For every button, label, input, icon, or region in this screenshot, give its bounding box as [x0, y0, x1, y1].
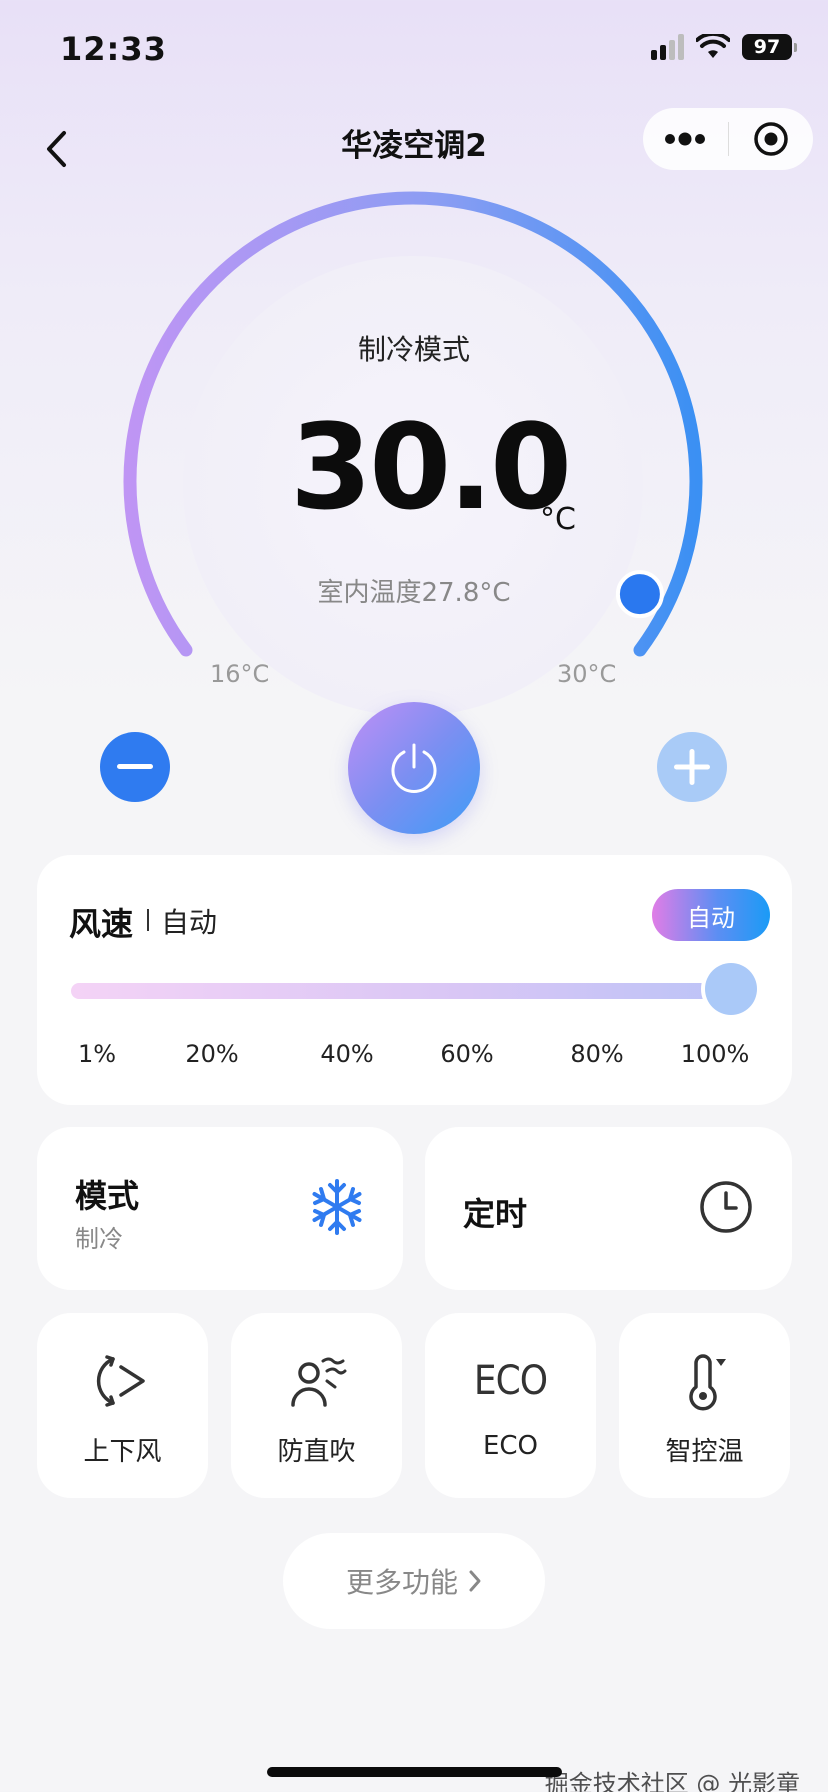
- fan-speed-value: 自动: [161, 906, 218, 939]
- snowflake-icon: [312, 1179, 362, 1235]
- power-button[interactable]: [348, 702, 480, 834]
- decrease-temp-button[interactable]: [100, 732, 170, 802]
- indoor-temperature: 室内温度27.8°C: [317, 578, 511, 608]
- max-temp-label: 30°C: [557, 660, 617, 688]
- eco-label: ECO: [482, 1431, 539, 1461]
- status-time: 12:33: [60, 30, 167, 68]
- temperature-dial[interactable]: 制冷模式 30.0 °C 室内温度27.8°C 16°C 30°C: [0, 190, 828, 716]
- temperature-unit: °C: [540, 502, 576, 537]
- swing-icon: [93, 1351, 153, 1411]
- fan-tick-1: 1%: [77, 1040, 117, 1068]
- eco-icon-glyph: ECO: [473, 1358, 548, 1404]
- anti-direct-icon: [287, 1351, 347, 1411]
- mini-program-capsule: [643, 108, 813, 170]
- timer-title: 定时: [463, 1195, 528, 1233]
- home-indicator[interactable]: [267, 1767, 562, 1777]
- fan-speed-title: 风速: [69, 905, 134, 943]
- minus-icon: [117, 764, 153, 769]
- clock-icon: [700, 1181, 752, 1233]
- mode-label: 制冷模式: [357, 333, 470, 366]
- eco-button[interactable]: ECO ECO: [425, 1313, 596, 1498]
- target-icon: [754, 122, 788, 156]
- fan-speed-separator: [147, 909, 149, 931]
- eco-icon: ECO: [474, 1351, 548, 1411]
- chevron-right-icon: [469, 1570, 481, 1592]
- mode-value: 制冷: [75, 1225, 123, 1253]
- fan-speed-ticks: 1% 20% 40% 60% 80% 100%: [37, 1040, 792, 1080]
- plus-icon: [674, 749, 710, 785]
- smart-temp-button[interactable]: 智控温: [619, 1313, 790, 1498]
- status-icons: 97: [651, 34, 797, 60]
- swing-label: 上下风: [83, 1437, 162, 1467]
- fan-tick-40: 40%: [320, 1040, 374, 1068]
- mode-card[interactable]: 模式 制冷: [37, 1127, 403, 1290]
- power-icon: [391, 743, 437, 793]
- battery-icon: 97: [742, 34, 797, 60]
- fan-tick-80: 80%: [570, 1040, 624, 1068]
- fan-tick-60: 60%: [440, 1040, 494, 1068]
- wifi-icon: [696, 34, 730, 58]
- timer-card[interactable]: 定时: [425, 1127, 792, 1290]
- swing-vertical-button[interactable]: 上下风: [37, 1313, 208, 1498]
- more-functions-button[interactable]: 更多功能: [283, 1533, 545, 1629]
- fan-speed-slider-thumb[interactable]: [705, 963, 757, 1015]
- fan-auto-button[interactable]: 自动: [652, 889, 770, 941]
- more-dots-icon: [665, 132, 706, 146]
- close-mini-program-button[interactable]: [729, 108, 814, 170]
- min-temp-label: 16°C: [210, 660, 270, 688]
- set-temperature: 30.0: [290, 398, 572, 536]
- increase-temp-button[interactable]: [657, 732, 727, 802]
- more-menu-button[interactable]: [643, 108, 728, 170]
- anti-direct-label: 防直吹: [277, 1437, 356, 1467]
- fan-tick-20: 20%: [185, 1040, 239, 1068]
- cellular-signal-icon: [651, 34, 684, 60]
- more-functions-label: 更多功能: [345, 1566, 458, 1599]
- anti-direct-blow-button[interactable]: 防直吹: [231, 1313, 402, 1498]
- watermark: 掘金技术社区 @ 光影童: [544, 1770, 800, 1792]
- fan-tick-100: 100%: [680, 1040, 750, 1068]
- fan-speed-slider[interactable]: [71, 983, 731, 999]
- mode-title: 模式: [75, 1177, 140, 1215]
- fan-speed-card: 风速 自动 自动 1% 20% 40% 60% 80% 100%: [37, 855, 792, 1105]
- thermometer-icon: [675, 1351, 735, 1411]
- battery-level: 97: [753, 36, 781, 58]
- smart-temp-label: 智控温: [665, 1437, 744, 1467]
